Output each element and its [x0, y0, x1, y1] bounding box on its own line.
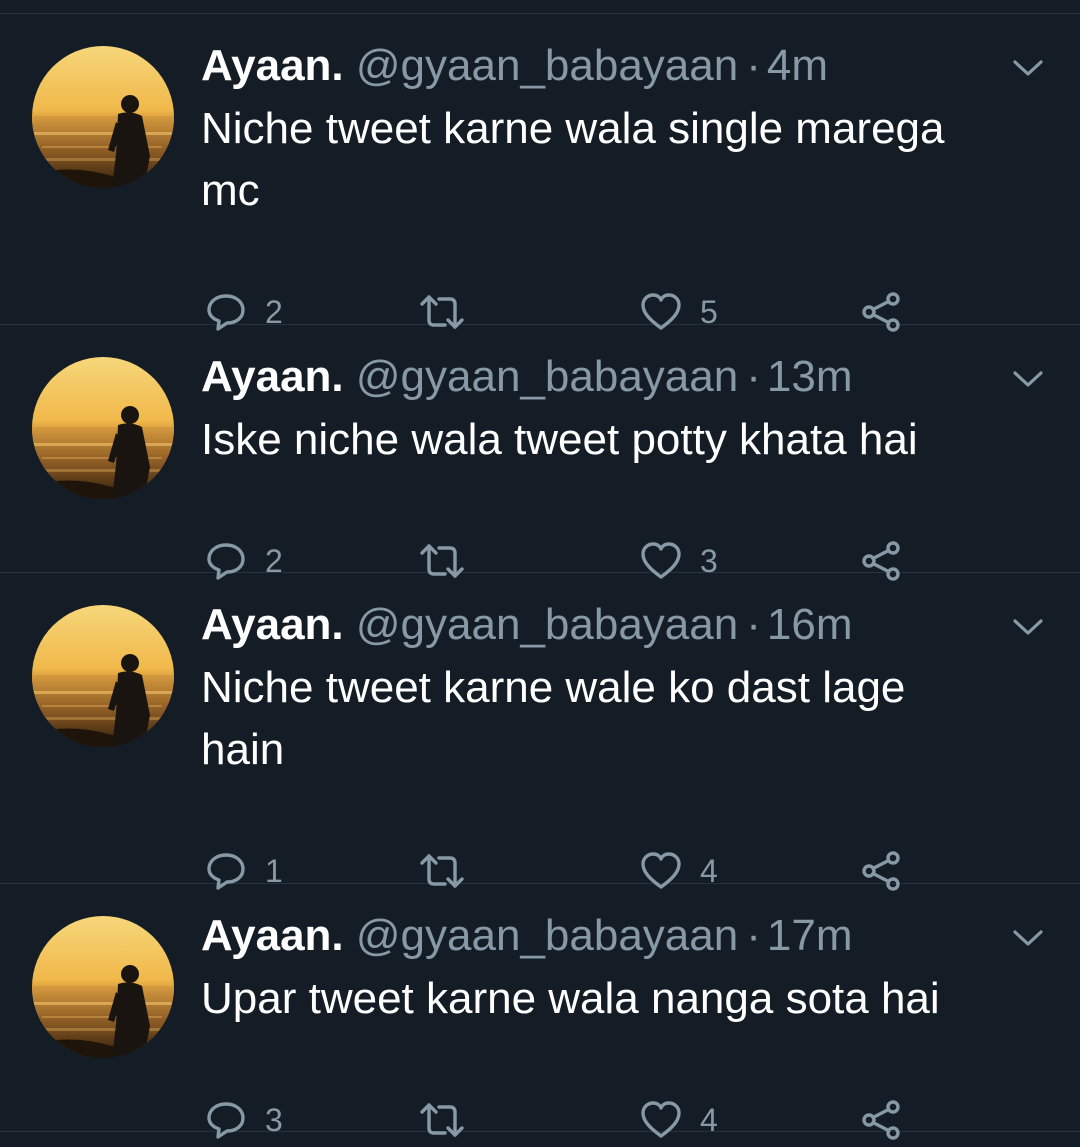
tweet[interactable]: Ayaan. @gyaan_babayaan · 16m Niche tweet k…	[0, 573, 1080, 891]
tweet-text-line: Iske niche wala tweet potty khata hai	[201, 415, 918, 464]
chevron-down-icon[interactable]	[1010, 56, 1046, 80]
retweet-button[interactable]	[418, 1098, 484, 1142]
tweet-text-line: Niche tweet karne wala single marega	[201, 104, 945, 153]
tweet[interactable]: Ayaan. @gyaan_babayaan · 13m Iske niche wa…	[0, 325, 1080, 581]
display-name[interactable]: Ayaan.	[201, 352, 344, 401]
timestamp[interactable]: 13m	[767, 352, 853, 401]
tweet-header: Ayaan. @gyaan_babayaan · 13m	[201, 349, 852, 405]
timestamp[interactable]: 16m	[767, 600, 853, 649]
tweet-header: Ayaan. @gyaan_babayaan · 4m	[201, 38, 828, 94]
retweet-icon	[418, 1100, 466, 1140]
tweet-header: Ayaan. @gyaan_babayaan · 17m	[201, 908, 852, 964]
share-icon	[860, 1099, 902, 1141]
timestamp[interactable]: 17m	[767, 911, 853, 960]
separator-dot: ·	[746, 600, 761, 649]
tweet-text: Iske niche wala tweet potty khata hai	[201, 409, 1041, 471]
chevron-down-icon[interactable]	[1010, 615, 1046, 639]
avatar[interactable]	[32, 605, 174, 747]
avatar[interactable]	[32, 916, 174, 1058]
display-name[interactable]: Ayaan.	[201, 600, 344, 649]
separator-dot: ·	[746, 41, 761, 90]
user-handle[interactable]: @gyaan_babayaan	[356, 41, 738, 90]
tweet-actions: 3 4	[0, 1098, 1080, 1142]
tweet-text: Niche tweet karne wala single marega mc	[201, 98, 1041, 222]
like-button[interactable]: 4	[640, 1098, 718, 1142]
tweet-text-line: Upar tweet karne wala nanga sota hai	[201, 974, 940, 1023]
tweet-feed: Ayaan. @gyaan_babayaan · 4m Niche tweet ka…	[0, 0, 1080, 1147]
user-handle[interactable]: @gyaan_babayaan	[356, 600, 738, 649]
reply-count: 3	[265, 1102, 283, 1138]
tweet-text-line: hain	[201, 725, 285, 774]
share-button[interactable]	[860, 1098, 902, 1142]
tweet-text-line: Niche tweet karne wale ko dast lage	[201, 663, 906, 712]
user-handle[interactable]: @gyaan_babayaan	[356, 352, 738, 401]
reply-icon	[205, 1099, 247, 1141]
tweet-text: Niche tweet karne wale ko dast lage hain	[201, 657, 1041, 781]
chevron-down-icon[interactable]	[1010, 367, 1046, 391]
timestamp[interactable]: 4m	[767, 41, 828, 90]
like-count: 4	[700, 1102, 718, 1138]
tweet-text-line: mc	[201, 166, 260, 215]
avatar[interactable]	[32, 357, 174, 499]
separator-dot: ·	[746, 352, 761, 401]
tweet[interactable]: Ayaan. @gyaan_babayaan · 4m Niche tweet ka…	[0, 14, 1080, 332]
heart-icon	[640, 1100, 682, 1140]
tweet-text: Upar tweet karne wala nanga sota hai	[201, 968, 1041, 1030]
chevron-down-icon[interactable]	[1010, 926, 1046, 950]
display-name[interactable]: Ayaan.	[201, 911, 344, 960]
avatar[interactable]	[32, 46, 174, 188]
tweet-header: Ayaan. @gyaan_babayaan · 16m	[201, 597, 852, 653]
separator-dot: ·	[746, 911, 761, 960]
reply-button[interactable]: 3	[205, 1098, 283, 1142]
user-handle[interactable]: @gyaan_babayaan	[356, 911, 738, 960]
tweet[interactable]: Ayaan. @gyaan_babayaan · 17m Upar tweet ka…	[0, 884, 1080, 1140]
display-name[interactable]: Ayaan.	[201, 41, 344, 90]
